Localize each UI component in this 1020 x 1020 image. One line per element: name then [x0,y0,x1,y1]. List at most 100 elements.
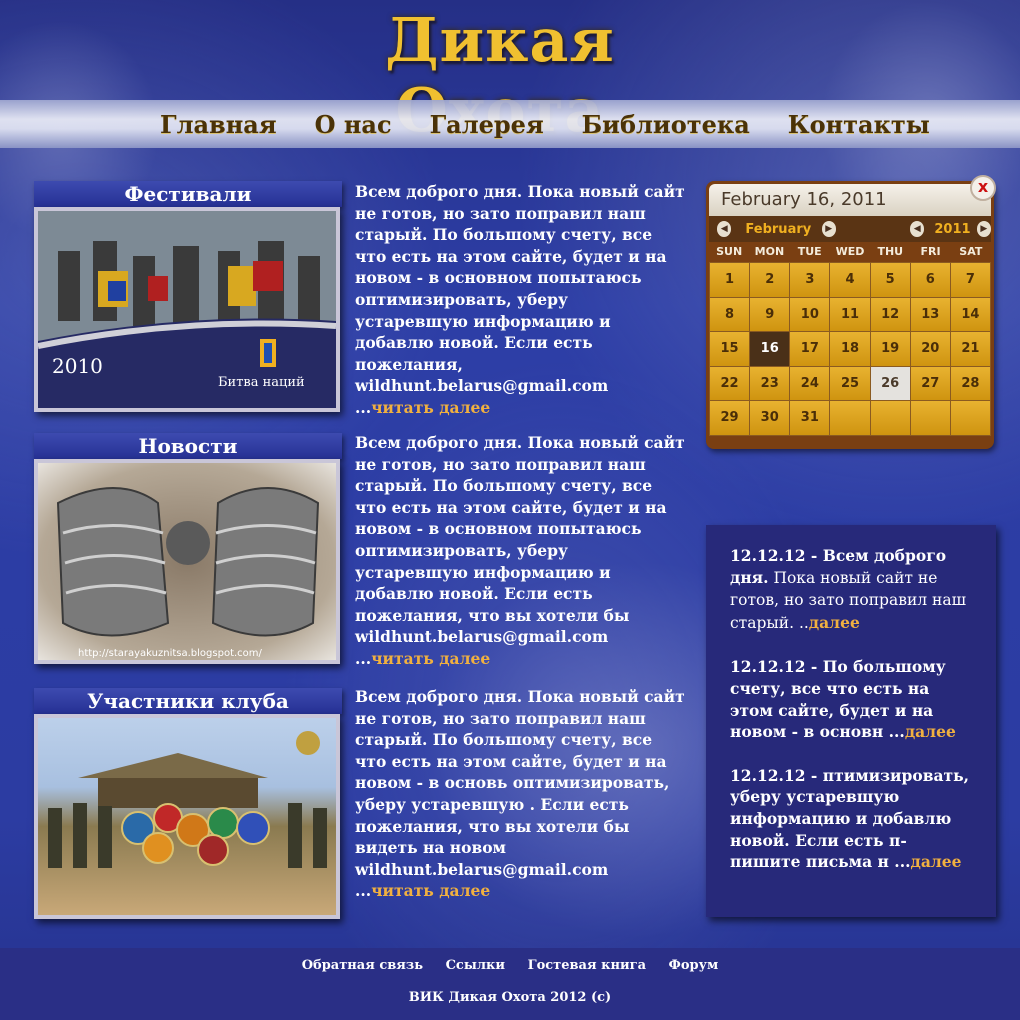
calendar-day[interactable]: 19 [870,332,910,366]
festival-brand-label: Битва наций [218,375,305,390]
close-icon[interactable]: x [970,175,996,201]
news-item: 12.12.12 - птимизировать, уберу устаревш… [730,765,974,873]
calendar-day[interactable]: 3 [790,263,830,297]
calendar-day[interactable]: 18 [830,332,870,366]
calendar-day[interactable]: 31 [790,401,830,435]
nav-item-about[interactable]: О нас [315,110,392,139]
calendar-weekdays: SUN MON TUE WED THU FRI SAT [709,242,991,262]
calendar-widget: February 16, 2011 x ◀ February ▶ ◀ 2011 … [706,175,996,449]
footer-link-forum[interactable]: Форум [669,958,719,973]
festival-year-label: 2010 [52,354,103,378]
news-item: 12.12.12 - По большому счету, все что ес… [730,656,974,742]
post-lead: Всем доброго дня. [355,182,523,201]
weekday-label: FRI [920,245,941,258]
calendar-month: February [745,221,812,237]
footer-link-links[interactable]: Ссылки [446,958,506,973]
calendar-day[interactable]: 17 [790,332,830,366]
calendar-day[interactable]: 12 [870,297,910,332]
next-month-icon[interactable]: ▶ [821,221,836,237]
calendar-day[interactable]: 28 [950,366,990,401]
weekday-label: MON [754,245,785,258]
calendar-day[interactable]: 30 [750,401,790,435]
footer-link-guestbook[interactable]: Гостевая книга [528,958,646,973]
calendar-day[interactable]: 10 [790,297,830,332]
calendar-day-empty [870,401,910,435]
next-year-icon[interactable]: ▶ [976,221,991,237]
calendar-day-empty [910,401,950,435]
calendar-day[interactable]: 11 [830,297,870,332]
news-more-link[interactable]: далее [905,722,956,741]
calendar-day[interactable]: 16 [750,332,790,366]
calendar-day[interactable]: 23 [750,366,790,401]
calendar-date-header: February 16, 2011 [709,184,991,216]
nav-item-home[interactable]: Главная [160,110,277,139]
calendar-day-empty [830,401,870,435]
weekday-label: SAT [959,245,983,258]
post-lead: Всем доброго дня. [355,687,523,706]
section-title-members[interactable]: Участники клуба [34,688,342,714]
post-text: Пока новый сайт не готов, но зато поправ… [355,687,685,901]
news-more-link[interactable]: далее [911,852,962,871]
nav-item-gallery[interactable]: Галерея [430,110,544,139]
post-festivals: Всем доброго дня. Пока новый сайт не гот… [355,181,685,419]
footer-links: Обратная связь Ссылки Гостевая книга Фор… [0,958,1020,973]
calendar-day[interactable]: 22 [710,366,750,401]
calendar-day[interactable]: 2 [750,263,790,297]
calendar-day[interactable]: 4 [830,263,870,297]
calendar-day[interactable]: 25 [830,366,870,401]
news-separator: - [805,546,823,565]
calendar-day[interactable]: 15 [710,332,750,366]
news-separator: - [805,657,823,677]
calendar-day[interactable]: 5 [870,263,910,297]
knights-battle-illustration: 2010 Битва наций [38,211,336,408]
calendar-year: 2011 [934,221,971,237]
section-title-festivals[interactable]: Фестивали [34,181,342,207]
read-more-link[interactable]: читать далее [371,398,490,417]
calendar-day[interactable]: 13 [910,297,950,332]
news-date: 12.12.12 [730,657,806,677]
calendar-day[interactable]: 24 [790,366,830,401]
nav-item-contacts[interactable]: Контакты [788,110,930,139]
members-image[interactable] [34,714,340,919]
weekday-label: TUE [797,245,822,258]
calendar-day[interactable]: 27 [910,366,950,401]
calendar-day[interactable]: 6 [910,263,950,297]
news-image[interactable]: http://starayakuznitsa.blogspot.com/ [34,459,340,664]
calendar-day-grid: 1 2 3 4 5 6 7 8 9 10 11 12 13 14 15 16 17 18 19 20 21 22 23 24 2… [709,262,991,436]
copyright: ВИК Дикая Охота 2012 (c) [408,990,612,1005]
news-image-caption: http://starayakuznitsa.blogspot.com/ [78,648,263,659]
weekday-label: THU [877,245,904,258]
calendar-day[interactable]: 20 [910,332,950,366]
prev-month-icon[interactable]: ◀ [717,221,732,237]
calendar-day[interactable]: 14 [950,297,990,332]
news-date: 12.12.12 [730,546,806,565]
weekday-label: WED [835,245,865,258]
section-title-news[interactable]: Новости [34,433,342,459]
read-more-link[interactable]: читать далее [371,649,490,668]
calendar-day[interactable]: 29 [710,401,750,435]
footer-link-feedback[interactable]: Обратная связь [302,958,423,973]
post-lead: Всем доброго дня. [355,433,523,452]
calendar-day[interactable]: 9 [750,297,790,332]
nav-item-library[interactable]: Библиотека [582,110,750,139]
calendar-day[interactable]: 8 [710,297,750,332]
club-members-illustration [48,731,327,868]
main-nav: Главная О нас Галерея Библиотека Контакт… [0,100,1020,148]
news-item: 12.12.12 - Всем доброго дня. Пока новый … [730,545,974,634]
news-separator: - [805,765,823,785]
calendar-day[interactable]: 7 [950,263,990,297]
site-logo[interactable]: Дикая Охота [290,6,710,146]
calendar-day[interactable]: 21 [950,332,990,366]
festival-image[interactable]: 2010 Битва наций [34,207,340,412]
weekday-label: SUN [716,245,743,258]
prev-year-icon[interactable]: ◀ [909,221,925,237]
calendar-day[interactable]: 1 [710,263,750,297]
news-panel: 12.12.12 - Всем доброго дня. Пока новый … [706,525,996,917]
read-more-link[interactable]: читать далее [371,881,490,900]
news-date: 12.12.12 [730,765,806,785]
post-members: Всем доброго дня. Пока новый сайт не гот… [355,686,685,902]
calendar-day[interactable]: 26 [870,366,910,401]
news-more-link[interactable]: далее [809,613,860,632]
post-text: Пока новый сайт не готов, но зато поправ… [355,433,685,668]
armor-photo-illustration: http://starayakuznitsa.blogspot.com/ [56,487,320,659]
